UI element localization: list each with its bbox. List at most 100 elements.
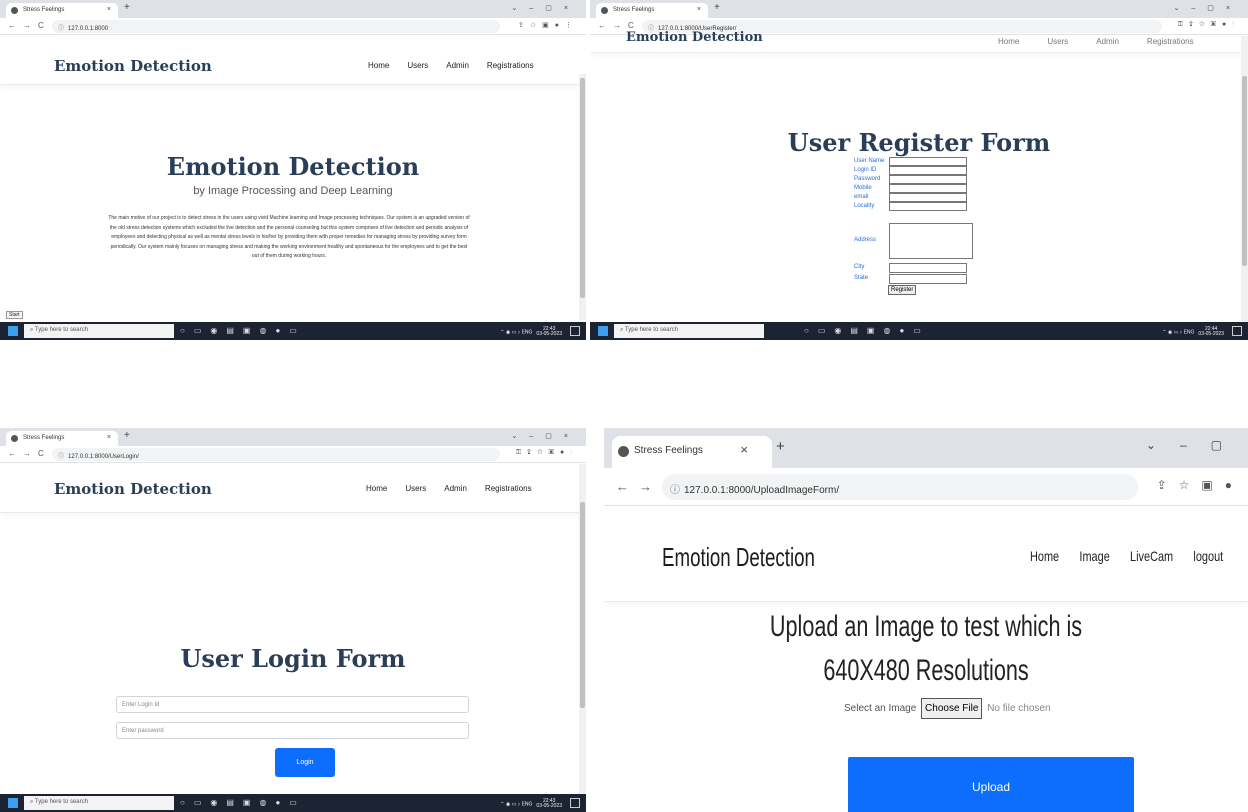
- notification-icon[interactable]: [1232, 326, 1242, 336]
- clock-date: 03-05-2023: [536, 331, 562, 337]
- password-input[interactable]: [889, 175, 967, 184]
- info-icon: ⓘ: [58, 26, 65, 32]
- new-tab-icon[interactable]: +: [124, 2, 130, 13]
- user-name-input[interactable]: [889, 157, 967, 166]
- address-row: ←→C ⓘ 127.0.0.1:8000/UploadImageForm/ ⇪☆▣…: [604, 468, 1248, 506]
- taskbar-apps-icon[interactable]: ○▭◉▤▣◍●▭: [180, 326, 306, 335]
- brand-logo[interactable]: Emotion Detection: [54, 480, 212, 498]
- url-text: 127.0.0.1:8000/UploadImageForm/: [684, 485, 840, 496]
- browser-tab[interactable]: Stress Feelings ×: [596, 3, 708, 18]
- taskbar-search[interactable]: ⌕ Type here to search: [24, 324, 174, 338]
- clock[interactable]: 22:44 03-05-2023: [1198, 327, 1224, 337]
- clock[interactable]: 22:43 03-05-2023: [536, 799, 562, 809]
- address-bar[interactable]: ⓘ 127.0.0.1:8000/UserLogin/: [52, 448, 500, 461]
- back-forward-reload-icon[interactable]: ←→C: [8, 449, 51, 458]
- toolbar-icons[interactable]: ⚿⇪☆▣●⋮: [1178, 21, 1240, 29]
- nav-registrations[interactable]: Registrations: [485, 484, 532, 493]
- nav-registrations[interactable]: Registrations: [1147, 37, 1194, 46]
- nav-home[interactable]: Home: [366, 484, 387, 493]
- browser-tab[interactable]: Stress Feelings ×: [612, 436, 772, 468]
- nav-admin[interactable]: Admin: [446, 61, 469, 70]
- window-controls-icon[interactable]: ⌄–▢: [1146, 438, 1246, 452]
- label-email: email: [854, 194, 869, 200]
- brand-logo[interactable]: Emotion Detection: [662, 542, 815, 573]
- scrollbar-thumb[interactable]: [1242, 76, 1247, 266]
- nav-logout[interactable]: logout: [1193, 548, 1223, 564]
- globe-icon: [601, 7, 608, 14]
- close-icon[interactable]: ×: [740, 442, 748, 457]
- windows-start-icon[interactable]: [598, 326, 608, 336]
- brand-logo[interactable]: Emotion Detection: [626, 30, 763, 45]
- nav-image[interactable]: Image: [1079, 548, 1109, 564]
- upload-button[interactable]: Upload: [848, 757, 1134, 812]
- close-icon[interactable]: ×: [107, 434, 111, 441]
- brand-logo[interactable]: Emotion Detection: [54, 57, 212, 75]
- scrollbar[interactable]: [1241, 36, 1248, 322]
- window-controls-icon[interactable]: ⌄–▢×: [512, 4, 580, 12]
- nav-registrations[interactable]: Registrations: [487, 61, 534, 70]
- toolbar-icons[interactable]: ⇪☆▣●⋮: [518, 21, 578, 29]
- lang-indicator[interactable]: ENG: [522, 329, 533, 335]
- back-forward-reload-icon[interactable]: ←→C: [8, 21, 51, 30]
- toolbar-icons[interactable]: ⇪☆▣●: [1157, 478, 1244, 492]
- browser-tab[interactable]: Stress Feelings ×: [6, 431, 118, 446]
- taskbar-search[interactable]: ⌕ Type here to search: [614, 324, 764, 338]
- system-tray: ⌃ ◉ ▭ ♪ ENG22:43 03-05-2023: [500, 798, 562, 809]
- new-tab-icon[interactable]: +: [776, 438, 785, 455]
- password-input[interactable]: Enter password: [116, 722, 469, 739]
- close-icon[interactable]: ×: [107, 6, 111, 13]
- nav-users[interactable]: Users: [407, 61, 428, 70]
- state-input[interactable]: [889, 274, 967, 284]
- scrollbar[interactable]: [579, 464, 586, 794]
- nav-users[interactable]: Users: [1047, 37, 1068, 46]
- windows-start-icon[interactable]: [8, 798, 18, 808]
- login-id-input[interactable]: Enter Login Id: [116, 696, 469, 713]
- city-input[interactable]: [889, 263, 967, 273]
- nav-admin[interactable]: Admin: [1096, 37, 1119, 46]
- register-button[interactable]: Register: [888, 285, 917, 295]
- scrollbar-thumb[interactable]: [580, 502, 585, 708]
- nav-home[interactable]: Home: [368, 61, 389, 70]
- locality-input[interactable]: [889, 202, 967, 211]
- nav-home[interactable]: Home: [1030, 548, 1059, 564]
- file-select-row: Select an Image Choose File No file chos…: [844, 698, 1051, 719]
- windows-start-icon[interactable]: [8, 326, 18, 336]
- window-controls-icon[interactable]: ⌄–▢×: [512, 432, 580, 440]
- notification-icon[interactable]: [570, 798, 580, 808]
- lang-indicator[interactable]: ENG: [522, 801, 533, 807]
- window-controls-icon[interactable]: ⌄–▢×: [1174, 4, 1242, 12]
- lang-indicator[interactable]: ENG: [1184, 329, 1195, 335]
- login-id-input[interactable]: [889, 166, 967, 175]
- upload-title-line-1: Upload an Image to test which is: [769, 610, 1083, 643]
- tab-bar: Stress Feelings × + ⌄–▢×: [0, 0, 586, 18]
- label-locality: Locality: [854, 203, 875, 209]
- mobile-input[interactable]: [889, 184, 967, 193]
- nav-users[interactable]: Users: [405, 484, 426, 493]
- new-tab-icon[interactable]: +: [124, 430, 130, 441]
- close-icon[interactable]: ×: [697, 6, 701, 13]
- nav-home[interactable]: Home: [998, 37, 1019, 46]
- nav-admin[interactable]: Admin: [444, 484, 467, 493]
- address-bar[interactable]: ⓘ 127.0.0.1:8000: [52, 20, 500, 33]
- taskbar-apps-icon[interactable]: ○▭◉▤▣◍●▭: [180, 798, 306, 807]
- email-input[interactable]: [889, 193, 967, 202]
- login-button[interactable]: Login: [275, 748, 335, 777]
- address-bar[interactable]: ⓘ 127.0.0.1:8000/UploadImageForm/: [662, 474, 1138, 500]
- back-forward-reload-icon[interactable]: ←→C: [598, 21, 641, 30]
- site-nav: Home Users Admin Registrations: [368, 61, 552, 70]
- site-header: Emotion Detection Home Users Admin Registra…: [0, 35, 586, 85]
- site-nav: Home Users Admin Registrations: [998, 37, 1222, 46]
- address-textarea[interactable]: [889, 223, 973, 259]
- new-tab-icon[interactable]: +: [714, 2, 720, 13]
- nav-livecam[interactable]: LiveCam: [1130, 548, 1173, 564]
- address-row: ←→C ⓘ 127.0.0.1:8000 ⇪☆▣●⋮: [0, 18, 586, 35]
- clock[interactable]: 22:43 03-05-2023: [536, 327, 562, 337]
- label-login-id: Login ID: [854, 167, 877, 173]
- toolbar-icons[interactable]: ⚿⇪☆▣●⋮: [516, 449, 578, 457]
- taskbar-apps-icon[interactable]: ○▭◉▤▣◍●▭: [804, 326, 930, 335]
- taskbar-search[interactable]: ⌕ Type here to search: [24, 796, 174, 810]
- browser-tab[interactable]: Stress Feelings ×: [6, 3, 118, 18]
- scrollbar[interactable]: [579, 74, 586, 320]
- notification-icon[interactable]: [570, 326, 580, 336]
- choose-file-button[interactable]: Choose File: [921, 698, 983, 719]
